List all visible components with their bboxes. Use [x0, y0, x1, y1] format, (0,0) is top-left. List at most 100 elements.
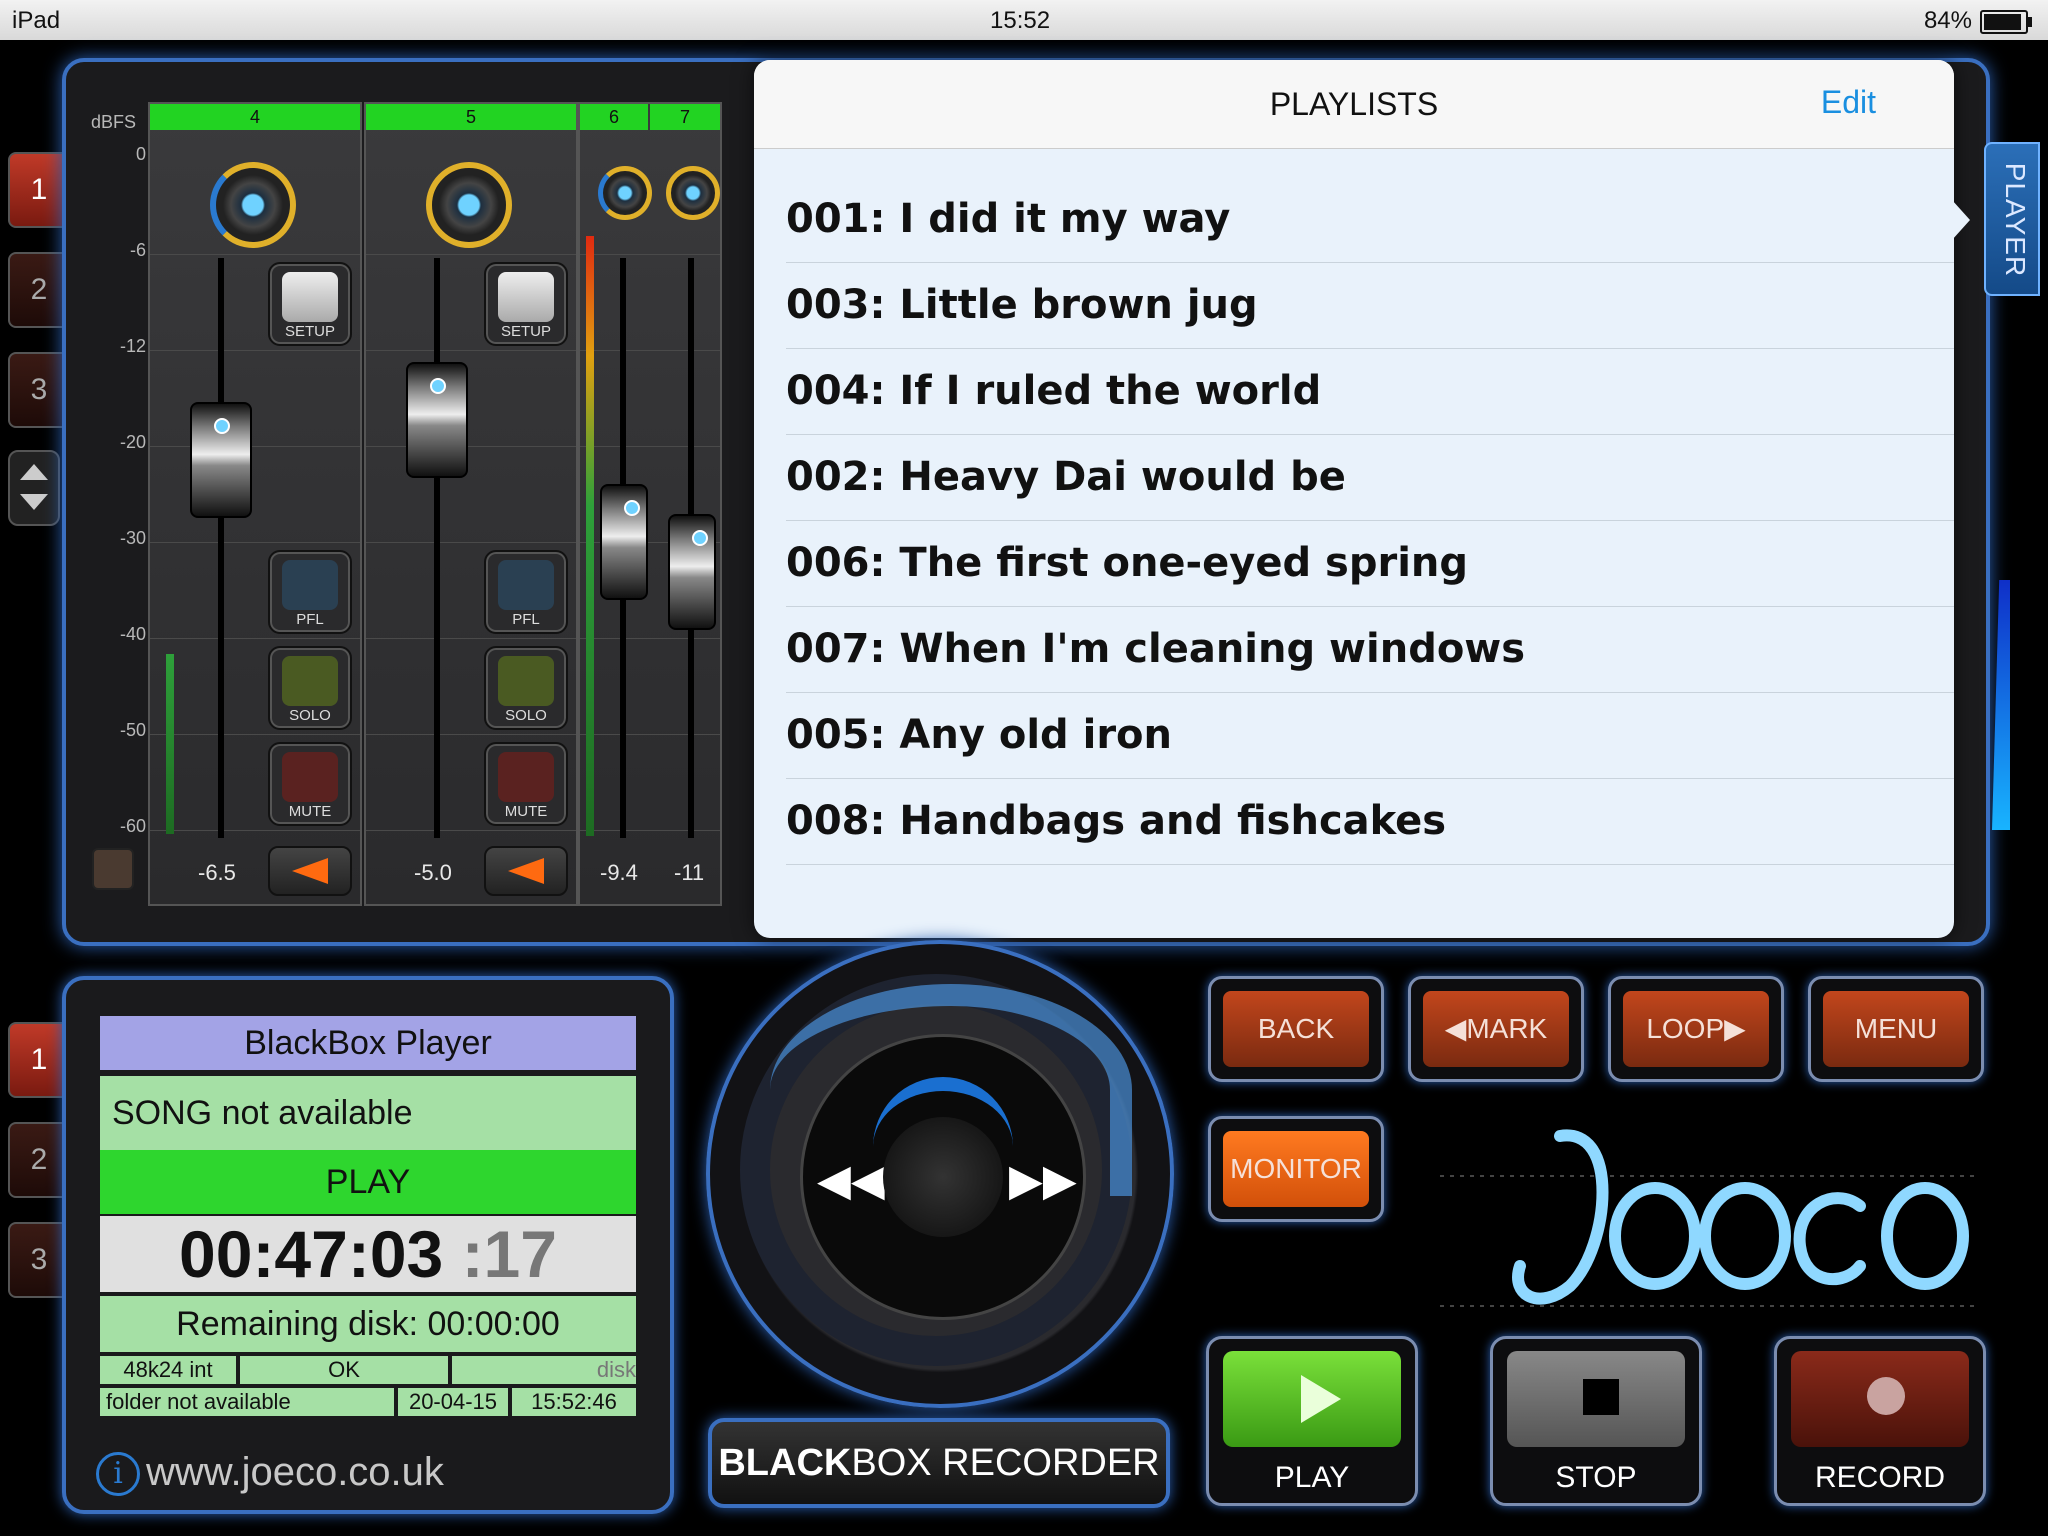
- channel-number: 7: [650, 104, 720, 130]
- channel-strip-4: 4 SETUP PFL SOLO MUTE -6.5: [148, 102, 362, 906]
- master-level-meter: [1992, 580, 2010, 830]
- battery-icon: [1980, 10, 2032, 34]
- playlist-item[interactable]: 003: Little brown jug: [786, 262, 1954, 349]
- pfl-button[interactable]: PFL: [268, 550, 352, 634]
- rewind-icon[interactable]: ◀◀: [817, 1155, 885, 1206]
- mute-button[interactable]: MUTE: [268, 742, 352, 826]
- play-button[interactable]: PLAY: [1206, 1336, 1418, 1506]
- channel-fader[interactable]: [406, 362, 468, 478]
- loop-button[interactable]: LOOP▶: [1608, 976, 1784, 1082]
- channel-fader[interactable]: [668, 514, 716, 630]
- bank-2-button-top[interactable]: 2: [8, 252, 70, 328]
- lock-icon[interactable]: [92, 848, 134, 890]
- edit-button[interactable]: Edit: [1821, 84, 1876, 121]
- channel-fader[interactable]: [600, 484, 648, 600]
- jog-wheel[interactable]: ◀◀ ▶▶: [706, 940, 1174, 1408]
- level-meter: [166, 654, 174, 834]
- scale-20: -20: [119, 432, 146, 452]
- clock-cell: 15:52:46: [512, 1388, 636, 1416]
- playlist-item[interactable]: 006: The first one-eyed spring: [786, 520, 1954, 607]
- gain-knob[interactable]: [666, 166, 720, 220]
- fader-track: [218, 258, 224, 838]
- fader-value: -5.0: [414, 860, 452, 885]
- playlist-item[interactable]: 002: Heavy Dai would be: [786, 434, 1954, 521]
- fader-track: [434, 258, 440, 838]
- back-button[interactable]: BACK: [1208, 976, 1384, 1082]
- remaining-disk: Remaining disk: 00:00:00: [100, 1296, 636, 1352]
- stop-icon: [1507, 1351, 1685, 1447]
- gain-knob[interactable]: [598, 166, 652, 220]
- blackbox-recorder-button[interactable]: BLACKBOX RECORDER: [708, 1418, 1170, 1508]
- playlists-popover: PLAYLISTS Edit 001: I did it my way 003:…: [754, 60, 1954, 938]
- solo-button[interactable]: SOLO: [484, 646, 568, 730]
- setup-button[interactable]: SETUP: [484, 262, 568, 346]
- select-arrow-icon[interactable]: [484, 846, 568, 896]
- channel-fader[interactable]: [190, 402, 252, 518]
- bank-3-button-bottom[interactable]: 3: [8, 1222, 70, 1298]
- popover-arrow: [1952, 200, 1970, 240]
- record-icon: [1791, 1351, 1969, 1447]
- timecode-display: 00:47:03 :17: [100, 1216, 636, 1292]
- playlist-item[interactable]: 008: Handbags and fishcakes: [786, 778, 1954, 865]
- setup-button[interactable]: SETUP: [268, 262, 352, 346]
- bank-scroll-button[interactable]: [8, 450, 60, 526]
- scroll-down-icon: [20, 494, 48, 510]
- joeco-logo: [1440, 1129, 1980, 1307]
- stop-button[interactable]: STOP: [1490, 1336, 1702, 1506]
- scale-60: -60: [119, 816, 146, 836]
- website-link[interactable]: i www.joeco.co.uk: [96, 1450, 444, 1497]
- scale-0: 0: [135, 144, 146, 164]
- playlist-item[interactable]: 001: I did it my way: [786, 176, 1954, 263]
- scale-30: -30: [119, 528, 146, 548]
- solo-button[interactable]: SOLO: [268, 646, 352, 730]
- ios-status-bar: iPad 15:52 84%: [0, 0, 2048, 40]
- jog-center[interactable]: ◀◀ ▶▶: [800, 1034, 1086, 1320]
- fader-value: -9.4: [600, 860, 638, 885]
- playlists-title: PLAYLISTS: [1269, 86, 1439, 122]
- scale-40: -40: [119, 624, 146, 644]
- channel-strip-6-7: 6 7 -9.4 -11: [578, 102, 722, 906]
- playlist-item[interactable]: 007: When I'm cleaning windows: [786, 606, 1954, 693]
- battery-percent: 84%: [1923, 7, 1972, 34]
- record-button[interactable]: RECORD: [1774, 1336, 1986, 1506]
- playlists-header: PLAYLISTS Edit: [754, 60, 1954, 149]
- player-title: BlackBox Player: [100, 1016, 636, 1070]
- bank-2-button-bottom[interactable]: 2: [8, 1122, 70, 1198]
- player-tab[interactable]: PLAYER: [1984, 142, 2040, 296]
- player-status-panel: BlackBox Player SONG not available PLAY …: [62, 976, 674, 1514]
- channel-strip-5: 5 SETUP PFL SOLO MUTE -5.0: [364, 102, 578, 906]
- monitor-button[interactable]: MONITOR: [1208, 1116, 1384, 1222]
- transport-state: PLAY: [100, 1150, 636, 1214]
- date-cell: 20-04-15: [398, 1388, 508, 1416]
- bank-3-button-top[interactable]: 3: [8, 352, 70, 428]
- scale-50: -50: [119, 720, 146, 740]
- folder-cell: folder not available: [100, 1388, 394, 1416]
- playlist-item[interactable]: 004: If I ruled the world: [786, 348, 1954, 435]
- bank-1-button-bottom[interactable]: 1: [8, 1022, 70, 1098]
- format-cell: 48k24 int: [100, 1356, 236, 1384]
- scale-12: -12: [119, 336, 146, 356]
- level-meter: [586, 236, 594, 836]
- menu-button[interactable]: MENU: [1808, 976, 1984, 1082]
- status-time: 15:52: [990, 7, 1051, 34]
- channel-number: 5: [366, 104, 576, 130]
- timecode: 00:47:03: [179, 1217, 444, 1291]
- channel-number: 6: [580, 104, 648, 130]
- scale-6: -6: [129, 240, 146, 260]
- device-name: iPad: [12, 7, 61, 34]
- dbfs-label: dBFS: [90, 112, 136, 132]
- gain-knob[interactable]: [210, 162, 296, 248]
- bank-1-button-top[interactable]: 1: [8, 152, 70, 228]
- ok-cell: OK: [240, 1356, 448, 1384]
- fast-forward-icon[interactable]: ▶▶: [1009, 1155, 1077, 1206]
- gain-knob[interactable]: [426, 162, 512, 248]
- select-arrow-icon[interactable]: [268, 846, 352, 896]
- mark-button[interactable]: ◀MARK: [1408, 976, 1584, 1082]
- playlist-item[interactable]: 005: Any old iron: [786, 692, 1954, 779]
- mute-button[interactable]: MUTE: [484, 742, 568, 826]
- jog-hub[interactable]: [883, 1117, 1003, 1237]
- song-status: SONG not available: [100, 1076, 636, 1150]
- timecode-frames: :17: [461, 1217, 557, 1291]
- pfl-button[interactable]: PFL: [484, 550, 568, 634]
- play-icon: [1223, 1351, 1401, 1447]
